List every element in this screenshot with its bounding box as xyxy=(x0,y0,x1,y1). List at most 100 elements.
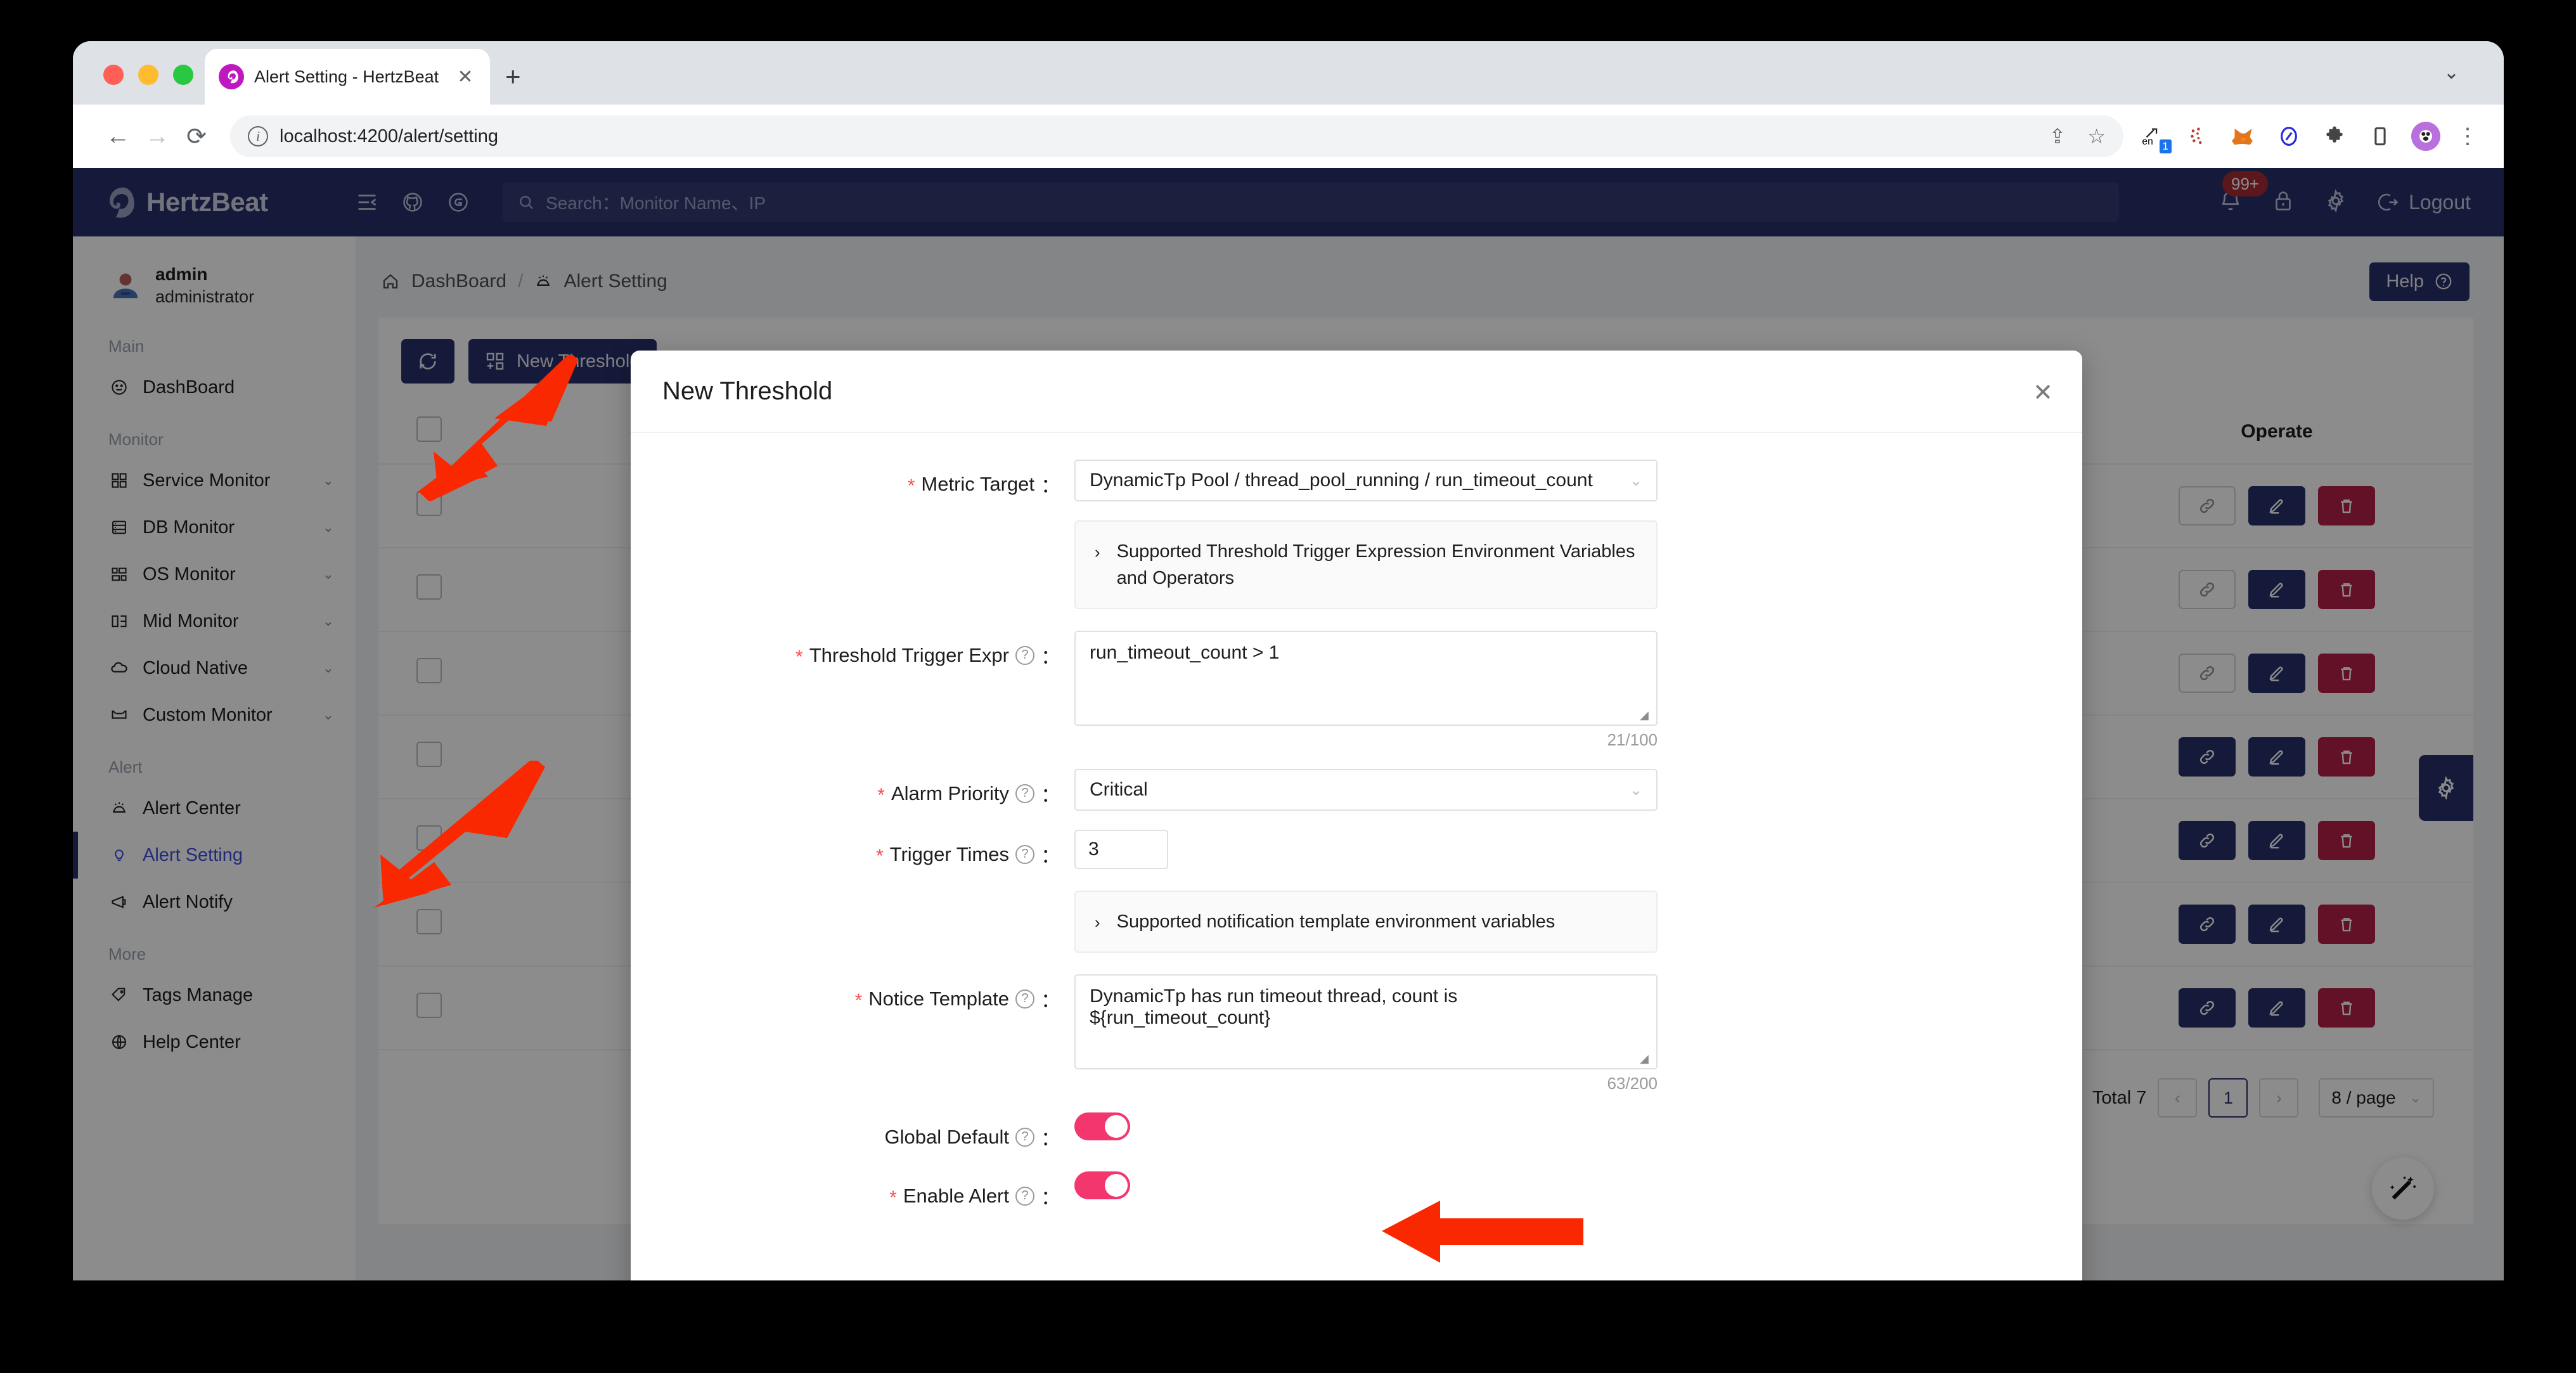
field-notice-collapse: › Supported notification template enviro… xyxy=(631,891,2082,953)
new-tab-button[interactable]: + xyxy=(505,63,521,90)
alarm-priority-select[interactable]: Critical ⌄ xyxy=(1074,769,1658,811)
address-bar[interactable]: i localhost:4200/alert/setting ⇪ ☆ xyxy=(230,115,2123,157)
threshold-expr-counter: 21/100 xyxy=(1607,730,1658,750)
enable-alert-label: * Enable Alert ? ： xyxy=(631,1171,1074,1210)
enable-alert-toggle[interactable] xyxy=(1074,1171,1130,1200)
new-threshold-dialog: New Threshold ✕ * Metric Target ： Dynamic… xyxy=(631,351,2082,1280)
minimize-window-button[interactable] xyxy=(138,65,158,85)
threshold-expr-help-collapse[interactable]: › Supported Threshold Trigger Expression… xyxy=(1074,520,1658,610)
device-extension-icon[interactable] xyxy=(2366,122,2395,151)
label-colon: ： xyxy=(1041,646,1060,669)
chevron-down-icon: ⌄ xyxy=(1629,472,1642,489)
tab-title: Alert Setting - HertzBeat xyxy=(254,67,439,86)
chevron-right-icon: › xyxy=(1095,543,1100,562)
codeium-extension-icon[interactable] xyxy=(2183,122,2212,151)
browser-tab[interactable]: Alert Setting - HertzBeat ✕ xyxy=(205,49,490,105)
label-text: Metric Target xyxy=(921,472,1034,495)
label-text: Enable Alert xyxy=(903,1184,1009,1207)
field-alarm-priority: * Alarm Priority ? ： Critical ⌄ xyxy=(631,769,2082,811)
label-colon: ： xyxy=(1041,1187,1060,1209)
required-marker: * xyxy=(877,784,885,806)
dialog-header: New Threshold ✕ xyxy=(631,351,2082,433)
trigger-times-input[interactable]: 3 xyxy=(1074,830,1168,870)
field-expr-collapse: › Supported Threshold Trigger Expression… xyxy=(631,520,2082,610)
maximize-window-button[interactable] xyxy=(173,65,193,85)
extensions-area: en 1 ⋮ xyxy=(2137,122,2478,153)
metamask-extension-icon[interactable] xyxy=(2229,122,2258,151)
field-metric-target: * Metric Target ： DynamicTp Pool / thread… xyxy=(631,460,2082,501)
tab-close-icon[interactable]: ✕ xyxy=(454,66,476,88)
help-icon[interactable]: ? xyxy=(1015,1127,1034,1147)
help-icon[interactable]: ? xyxy=(1015,645,1034,665)
resize-handle-icon[interactable]: ◢ xyxy=(1640,1052,1654,1066)
chevron-right-icon: › xyxy=(1095,913,1100,932)
label-text: Threshold Trigger Expr xyxy=(809,643,1009,666)
chevron-down-icon: ⌄ xyxy=(1629,781,1642,799)
collapse-text: Supported notification template environm… xyxy=(1116,912,1555,932)
global-default-toggle[interactable] xyxy=(1074,1112,1130,1141)
help-icon[interactable]: ? xyxy=(1015,783,1034,803)
alarm-priority-value: Critical xyxy=(1090,779,1148,801)
browser-window: Alert Setting - HertzBeat ✕ + ⌄ ← → ⟳ i … xyxy=(73,41,2504,1280)
window-chevron-down-icon[interactable]: ⌄ xyxy=(2444,61,2459,84)
label-colon: ： xyxy=(1041,989,1060,1012)
notice-template-counter: 63/200 xyxy=(1607,1074,1658,1093)
label-colon: ： xyxy=(1041,784,1060,807)
label-colon: ： xyxy=(1041,845,1060,868)
label-colon: ： xyxy=(1041,475,1060,497)
resize-handle-icon[interactable]: ◢ xyxy=(1640,709,1654,723)
browser-tabstrip: Alert Setting - HertzBeat ✕ + ⌄ xyxy=(73,41,2504,105)
close-window-button[interactable] xyxy=(103,65,124,85)
puzzle-extensions-icon[interactable] xyxy=(2320,122,2349,151)
metric-target-select[interactable]: DynamicTp Pool / thread_pool_running / r… xyxy=(1074,460,1658,501)
help-icon[interactable]: ? xyxy=(1015,844,1034,864)
address-bar-url: localhost:4200/alert/setting xyxy=(280,126,498,146)
field-trigger-times: * Trigger Times ? ： 3 xyxy=(631,830,2082,870)
notice-template-textarea[interactable]: DynamicTp has run timeout thread, count … xyxy=(1074,974,1658,1070)
bookmark-star-icon[interactable]: ☆ xyxy=(2087,124,2106,148)
forward-icon[interactable]: → xyxy=(138,117,177,156)
browser-menu-icon[interactable]: ⋮ xyxy=(2457,126,2478,147)
trigger-times-value: 3 xyxy=(1088,839,1099,860)
label-text: Alarm Priority xyxy=(891,782,1009,804)
required-marker: * xyxy=(854,989,863,1011)
trigger-times-label: * Trigger Times ? ： xyxy=(631,830,1074,868)
profile-avatar-icon[interactable] xyxy=(2411,122,2440,151)
required-marker: * xyxy=(889,1187,897,1208)
label-text: Global Default xyxy=(884,1125,1009,1148)
threshold-expr-label: * Threshold Trigger Expr ? ： xyxy=(631,631,1074,669)
label-text: Trigger Times xyxy=(889,842,1009,865)
close-icon[interactable]: ✕ xyxy=(2033,378,2053,407)
field-notice-template: * Notice Template ? ： DynamicTp has run t… xyxy=(631,974,2082,1093)
hertzbeat-app: HertzBeat Search：Monitor Name、IP 99+ Log… xyxy=(73,168,2504,1280)
global-default-label: Global Default ? ： xyxy=(631,1112,1074,1151)
help-icon[interactable]: ? xyxy=(1015,989,1034,1009)
field-enable-alert: * Enable Alert ? ： xyxy=(631,1171,2082,1210)
field-threshold-expr: * Threshold Trigger Expr ? ： run_timeout_… xyxy=(631,631,2082,750)
metric-target-value: DynamicTp Pool / thread_pool_running / r… xyxy=(1090,470,1593,491)
dialog-body: * Metric Target ： DynamicTp Pool / thread… xyxy=(631,433,2082,1280)
threshold-expr-value: run_timeout_count > 1 xyxy=(1090,642,1280,664)
metric-target-label: * Metric Target ： xyxy=(631,460,1074,498)
browser-toolbar: ← → ⟳ i localhost:4200/alert/setting ⇪ ☆… xyxy=(73,105,2504,168)
field-global-default: Global Default ? ： xyxy=(631,1112,2082,1151)
required-marker: * xyxy=(795,646,803,667)
share-icon[interactable]: ⇪ xyxy=(2049,124,2066,148)
back-icon[interactable]: ← xyxy=(98,117,138,156)
translate-extension-icon[interactable]: en 1 xyxy=(2137,122,2172,153)
hertzbeat-favicon-icon xyxy=(219,64,244,89)
extension-badge: 1 xyxy=(2159,139,2172,153)
help-icon[interactable]: ? xyxy=(1015,1186,1034,1206)
label-text: Notice Template xyxy=(868,987,1009,1010)
reload-icon[interactable]: ⟳ xyxy=(177,117,216,156)
alarm-priority-label: * Alarm Priority ? ： xyxy=(631,769,1074,808)
required-marker: * xyxy=(875,845,884,867)
notice-template-label: * Notice Template ? ： xyxy=(631,974,1074,1013)
collapse-text: Supported Threshold Trigger Expression E… xyxy=(1116,541,1635,589)
monica-extension-icon[interactable] xyxy=(2274,122,2303,151)
dialog-title: New Threshold xyxy=(662,377,833,405)
site-info-icon[interactable]: i xyxy=(248,126,268,146)
svg-text:en: en xyxy=(2142,136,2153,147)
notice-template-help-collapse[interactable]: › Supported notification template enviro… xyxy=(1074,891,1658,953)
threshold-expr-textarea[interactable]: run_timeout_count > 1 ◢ xyxy=(1074,631,1658,726)
